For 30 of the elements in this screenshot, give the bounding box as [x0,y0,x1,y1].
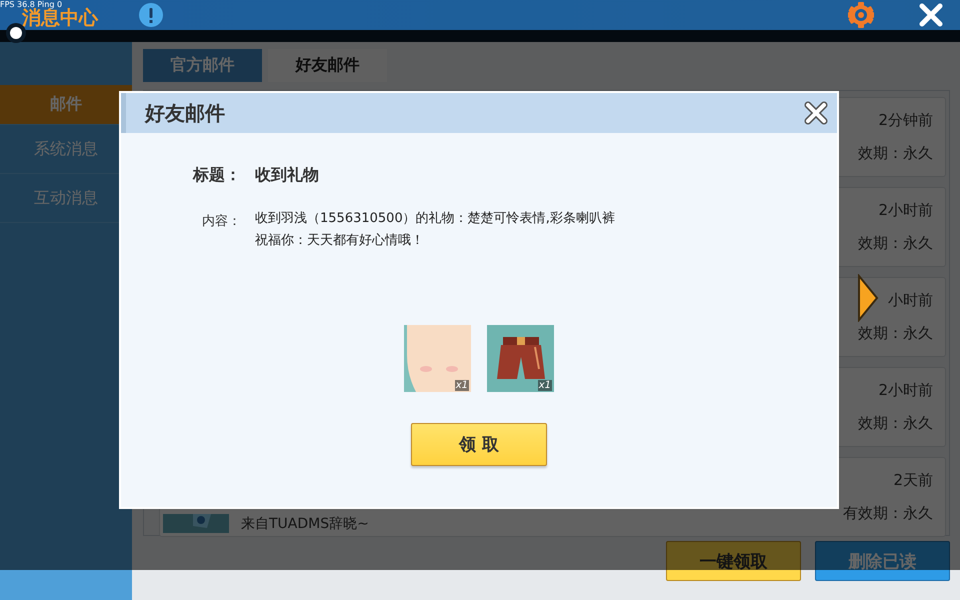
mail-validity: 有效期：永久 [843,504,933,523]
item-count: x1 [454,380,469,391]
mail-body-line: 祝福你：天天都有好心情哦！ [255,232,425,249]
mail-time: 小时前 [888,291,933,310]
close-icon[interactable] [803,100,829,126]
field-label: 标题： [192,165,241,185]
mail-time: 2小时前 [878,381,933,400]
tab[interactable]: 官方邮件 [143,49,262,82]
mail-validity: 效期：永久 [858,324,933,343]
mail-time: 2天前 [893,471,933,490]
field-label: 内容： [201,213,241,231]
mail-sender: 来自TUADMS辞晓~ [241,515,369,533]
action-button[interactable]: 一键领取 [666,541,801,581]
mail-subject: 收到礼物 [255,165,320,185]
next-arrow-icon[interactable] [857,274,879,322]
sidebar-item[interactable]: 邮件 [0,85,132,125]
mail-validity: 效期：永久 [858,234,933,253]
fps-counter: FPS 36.8 Ping 0 [0,0,62,9]
claim-button[interactable]: 领 取 [411,423,547,466]
dialog-title: 好友邮件 [145,100,225,126]
mail-time: 2小时前 [878,201,933,220]
tab[interactable]: 好友邮件 [268,49,387,82]
window-title: 消息中心 [22,8,98,28]
mail-validity: 效期：永久 [858,414,933,433]
mail-body-line: 收到羽浅（1556310500）的礼物：楚楚可怜表情,彩条喇叭裤 [255,210,616,227]
mail-validity: 效期：永久 [858,144,933,163]
info-icon[interactable] [138,2,164,28]
item-count: x1 [538,380,552,391]
mail-time: 2分钟前 [878,111,933,130]
action-button[interactable]: 删除已读 [815,541,950,581]
